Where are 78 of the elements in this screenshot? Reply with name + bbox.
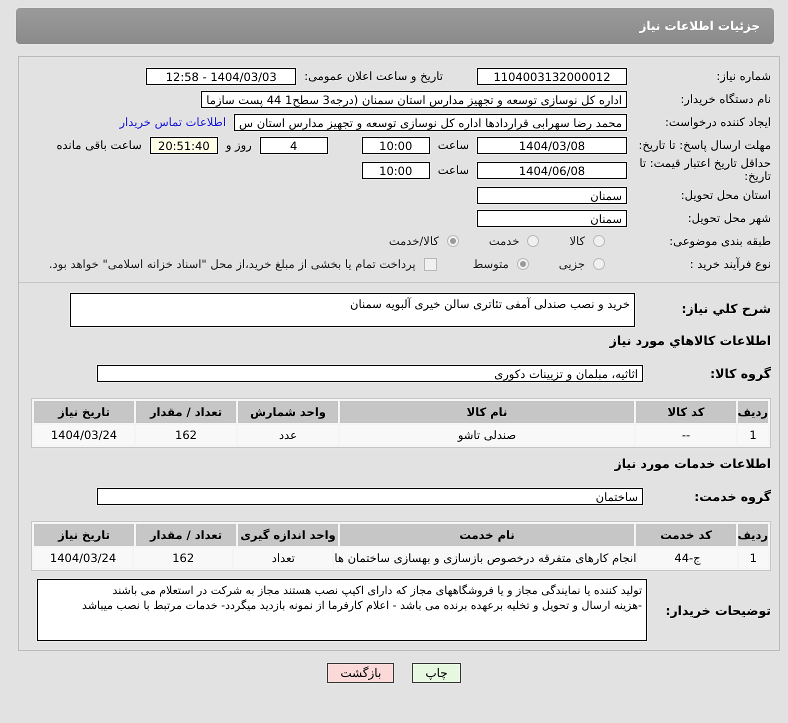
table-cell: ج-44 [638,548,737,568]
table-cell: صندلی تاشو [340,425,634,445]
table-cell: 162 [136,425,236,445]
table-cell: تعداد [234,548,332,568]
field-label: شهر محل تحویل: [686,211,771,225]
field-label: توضیحات خریدار: [664,602,771,618]
column-header: کد خدمت [636,524,736,546]
field-label: ایجاد کننده درخواست: [664,115,771,129]
field-label: مهلت ارسال پاسخ: تا تاریخ: [637,138,771,152]
date-field: 1404/03/08 [477,136,627,154]
table-cell: 1404/03/24 [34,425,134,445]
action-button[interactable]: بازگشت [327,663,394,683]
announce-date-field: 1404/03/03 - 12:58 [146,68,296,84]
checkbox-label: پرداخت تمام یا بخشی از مبلغ خرید،از محل "اسناد خزانه اسلامی" خواهد بود. [48,257,416,271]
column-header: تعداد / مقدار [136,401,236,423]
checkbox[interactable] [424,258,437,270]
field-label: ساعت [438,138,469,152]
buyer-org-field: اداره کل نوسازی توسعه و تجهیز مدارس استان سمنان (درجه3 سطح1 44 پست سازما [201,90,627,108]
radio-button[interactable] [446,235,459,247]
field-label: گروه خدمت: [693,488,771,504]
column-header: ردیف [738,401,768,423]
field-label: نوع فرآیند خرید : [688,257,771,271]
column-header: تاریخ نیاز [34,401,134,423]
field-label: نام دستگاه خریدار: [679,92,771,106]
table-cell: 1 [738,425,768,445]
radio-button[interactable] [516,258,529,270]
radio-label: جزیی [558,257,585,271]
field-label: ساعت [438,163,469,177]
creator-field: محمد رضا سهرابی قراردادها اداره کل نوسازی توسعه و تجهیز مدارس استان س [234,114,627,130]
radio-label: خدمت [488,234,520,248]
field-label: تاریخ و ساعت اعلان عمومی: [304,69,443,83]
description-textarea[interactable]: خرید و نصب صندلی آمفی تئاتری سالن خیری آلبویه سمنان [70,293,635,327]
column-header: واحد شمارش [238,401,338,423]
column-header: نام خدمت [340,524,634,546]
table-cell: عدد [238,425,338,445]
table-cell: انجام کارهای متفرقه درخصوص بازسازی و بهسازی ساختمان ها [334,548,636,568]
section-title: اطلاعات کالاهاي مورد نیاز [608,333,771,348]
field-label: ساعت باقی مانده [56,138,142,152]
remaining-time-field: 20:51:40 [150,136,218,154]
need-number-field: 1104003132000012 [477,68,627,84]
radio-button[interactable] [527,235,540,247]
radio-button[interactable] [593,235,605,247]
province-field: سمنان [477,186,627,204]
date-field: 1404/06/08 [477,162,627,178]
field-label: گروه کالا: [709,366,771,380]
table-cell: 1 [738,548,768,568]
column-header: کد کالا [636,401,736,423]
section-title: اطلاعات خدمات مورد نیاز [613,456,771,471]
radio-button[interactable] [593,258,605,270]
field-label: طبقه بندی موضوعی: [668,234,771,248]
notes-line: -هزینه ارسال و تحویل و تخلیه برعهده برنده می باشد - اعلام کارفرما از نمونه بازدید میگردد- خدمات مرتبط با نصب میباشد [81,598,642,613]
field-label: شرح کلي نیاز: [680,300,771,316]
field-label: شماره نیاز: [715,69,771,83]
radio-label: کالا [569,234,585,248]
field-label: روز و [226,138,252,152]
field-label: استان محل تحویل: [680,188,771,202]
table-cell: 1404/03/24 [34,548,132,568]
time-field: 10:00 [362,136,430,154]
column-header: ردیف [738,524,768,546]
field-label: حداقل تاریخ اعتبار قیمت: تا تاریخ: [638,157,771,183]
group-field: اثاثیه، مبلمان و تزیینات دکوری [97,364,643,382]
action-button[interactable]: چاپ [412,663,461,683]
notes-line: تولید کننده یا نمایندگی مجاز و یا فروشگاههای مجاز که دارای اکیپ نصب هستند مجاز به شرکت در استعلام می باشند [111,583,642,598]
city-field: سمنان [477,210,627,226]
contact-link[interactable]: اطلاعات تماس خریدار [119,115,226,129]
buyer-notes-textarea[interactable] [37,579,647,641]
column-header: تعداد / مقدار [136,524,236,546]
group-field: ساختمان [97,488,643,504]
table-cell: -- [636,425,736,445]
column-header: تاریخ نیاز [34,524,134,546]
days-field: 4 [260,136,328,154]
table-cell: 162 [134,548,232,568]
page-title: جزئیات اطلاعات نیاز [639,19,760,33]
column-header: واحد اندازه گیری [238,524,338,546]
time-field: 10:00 [362,162,430,178]
radio-label: کالا/خدمت [388,234,439,248]
radio-label: متوسط [472,257,509,271]
column-header: نام کالا [340,401,634,423]
